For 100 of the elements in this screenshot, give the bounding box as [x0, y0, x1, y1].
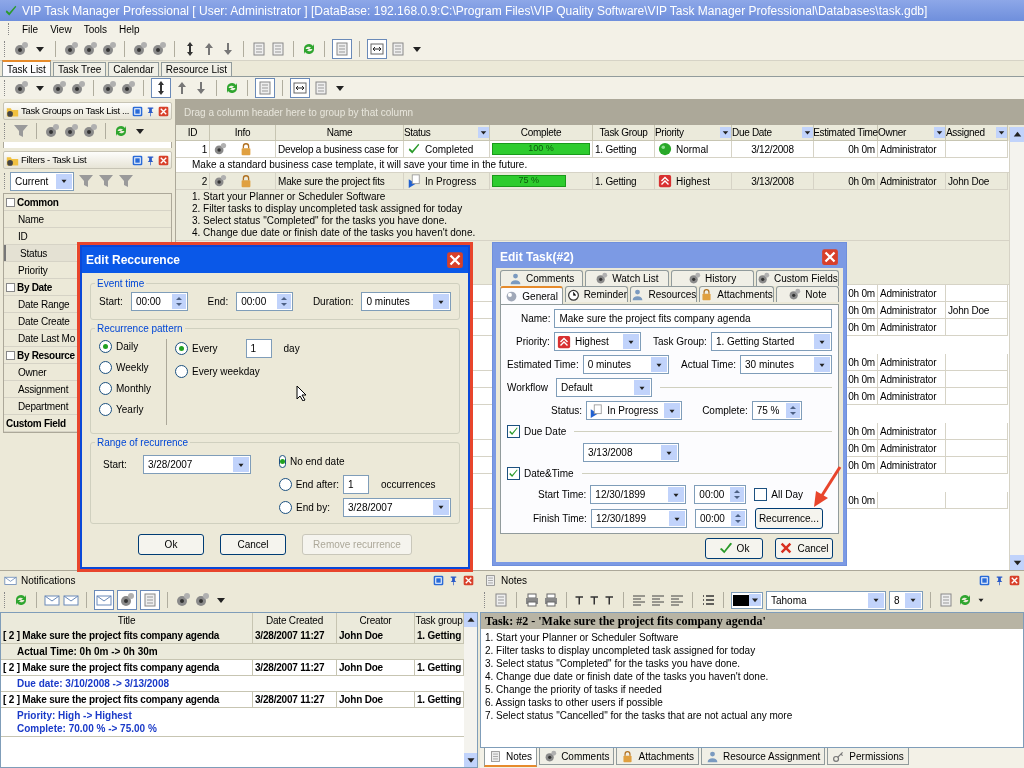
view-tab[interactable]: Resource List	[160, 62, 232, 76]
column-header[interactable]: Complete	[520, 125, 562, 140]
envelope-icon[interactable]	[44, 592, 60, 608]
column-header[interactable]: ID	[187, 125, 198, 140]
gear-icon[interactable]	[82, 123, 98, 139]
gear-icon[interactable]	[44, 123, 60, 139]
filter-item[interactable]: Assignment	[4, 381, 76, 397]
radio-button[interactable]	[175, 365, 188, 378]
collapse-toggle[interactable]	[6, 282, 15, 292]
close-icon[interactable]	[446, 251, 464, 269]
restore-icon[interactable]	[132, 154, 143, 166]
radio-button[interactable]	[175, 342, 188, 355]
menu-item[interactable]: Help	[119, 21, 140, 37]
font-dropdown[interactable]: Tahoma	[766, 590, 886, 610]
filter-dropdown-icon[interactable]	[996, 127, 1007, 138]
duration-dropdown[interactable]: 0 minutes	[361, 292, 451, 311]
actual-time-dropdown[interactable]: 30 minutes	[740, 355, 832, 374]
column-header[interactable]: Owner	[878, 125, 906, 140]
filter-item[interactable]: Priority	[4, 262, 76, 278]
radio-button[interactable]	[99, 382, 112, 395]
refresh-icon[interactable]	[13, 592, 29, 608]
gear-icon[interactable]	[132, 40, 148, 57]
column-header[interactable]: Info	[234, 125, 251, 140]
restore-icon[interactable]	[132, 105, 143, 117]
dialog-button[interactable]: Recurrence...	[754, 508, 823, 529]
filter-item[interactable]: ID	[4, 228, 76, 244]
close-icon[interactable]	[158, 105, 169, 117]
dialog-tab[interactable]: Custom Fields	[755, 270, 839, 286]
gear-icon[interactable]	[63, 40, 79, 57]
priority-dropdown[interactable]: Highest	[553, 332, 641, 351]
filter-dropdown-icon[interactable]	[478, 127, 489, 138]
column-header[interactable]: Assigned	[946, 125, 985, 140]
column-header[interactable]: Task Group	[599, 125, 648, 140]
dialog-button[interactable]: Ok	[705, 537, 763, 559]
filter-group[interactable]: By Resource	[17, 347, 75, 363]
refresh-icon[interactable]	[224, 80, 240, 96]
scroll-down-icon[interactable]	[1010, 555, 1024, 570]
estimated-time-dropdown[interactable]: 0 minutes	[582, 355, 669, 374]
notes-tab[interactable]: Permissions	[827, 748, 909, 765]
number-field[interactable]: 1	[245, 339, 272, 358]
time-field[interactable]: 00:00	[694, 485, 747, 504]
radio-button[interactable]	[99, 361, 112, 374]
filter-item[interactable]: Date Create	[4, 313, 76, 329]
notes-tab[interactable]: Notes	[484, 748, 538, 767]
print-icon[interactable]	[524, 592, 540, 608]
filter-item[interactable]: Department	[4, 398, 76, 414]
dialog-tab[interactable]: Resources	[630, 286, 698, 302]
gear-icon[interactable]	[151, 40, 167, 57]
italic-icon[interactable]	[589, 594, 601, 606]
pin-icon[interactable]	[448, 575, 459, 586]
notes-tab[interactable]: Attachments	[616, 748, 700, 765]
dialog-tab[interactable]: Attachments	[699, 286, 774, 302]
font-size-dropdown[interactable]: 8	[889, 590, 923, 610]
radio-button[interactable]	[99, 340, 112, 353]
name-field[interactable]: Make sure the project fits company agenda	[554, 309, 832, 328]
gear-icon[interactable]	[175, 592, 191, 608]
gear-icon[interactable]	[63, 123, 79, 139]
restore-icon[interactable]	[433, 575, 444, 586]
column-header[interactable]: Priority	[655, 125, 684, 140]
gear-icon[interactable]	[119, 592, 135, 608]
gear-icon[interactable]	[101, 80, 117, 96]
gear-icon[interactable]	[101, 40, 117, 57]
time-field[interactable]: 00:00	[694, 509, 747, 528]
list-icon[interactable]	[700, 592, 716, 608]
filter-item[interactable]: Date Range	[4, 296, 76, 312]
dialog-tab[interactable]: Watch List	[585, 270, 669, 286]
filter-dropdown-icon[interactable]	[802, 127, 813, 138]
menu-item[interactable]: File	[22, 21, 39, 37]
column-width-icon[interactable]	[369, 40, 385, 57]
dialog-button[interactable]: Cancel	[220, 534, 286, 555]
time-field[interactable]: 00:00	[236, 292, 293, 311]
checkbox[interactable]	[507, 467, 520, 480]
collapse-toggle[interactable]	[6, 350, 15, 360]
due-date-dropdown[interactable]: 3/13/2008	[583, 443, 679, 462]
envelope-icon[interactable]	[96, 592, 112, 608]
date-dropdown[interactable]: 3/28/2007	[343, 497, 451, 517]
dialog-tab[interactable]: Reminder	[565, 286, 629, 302]
notes-tab[interactable]: Resource Assignment	[701, 748, 826, 765]
view-tab[interactable]: Calendar	[108, 62, 159, 76]
close-icon[interactable]	[463, 575, 474, 586]
underline-icon[interactable]	[604, 594, 616, 606]
view-tab[interactable]: Task List	[2, 60, 51, 76]
gear-icon[interactable]	[70, 80, 86, 96]
radio-button[interactable]	[279, 477, 292, 491]
dialog-button[interactable]: Ok	[138, 534, 204, 555]
pin-icon[interactable]	[145, 105, 156, 117]
complete-field[interactable]: 75 %	[751, 401, 802, 420]
close-icon[interactable]	[158, 154, 169, 166]
status-dropdown[interactable]: In Progress	[586, 401, 683, 420]
filter-dropdown-icon[interactable]	[720, 127, 731, 138]
pin-icon[interactable]	[145, 154, 156, 166]
workflow-dropdown[interactable]: Default	[555, 378, 652, 397]
menu-item[interactable]: View	[50, 21, 72, 37]
radio-button[interactable]	[99, 403, 112, 416]
filter-dropdown-icon[interactable]	[934, 127, 945, 138]
filter-item[interactable]: Owner	[4, 364, 76, 380]
filter-group[interactable]: Custom Field	[6, 415, 66, 431]
bold-icon[interactable]	[574, 594, 586, 606]
close-icon[interactable]	[1009, 575, 1020, 586]
envelope-icon[interactable]	[63, 592, 79, 608]
